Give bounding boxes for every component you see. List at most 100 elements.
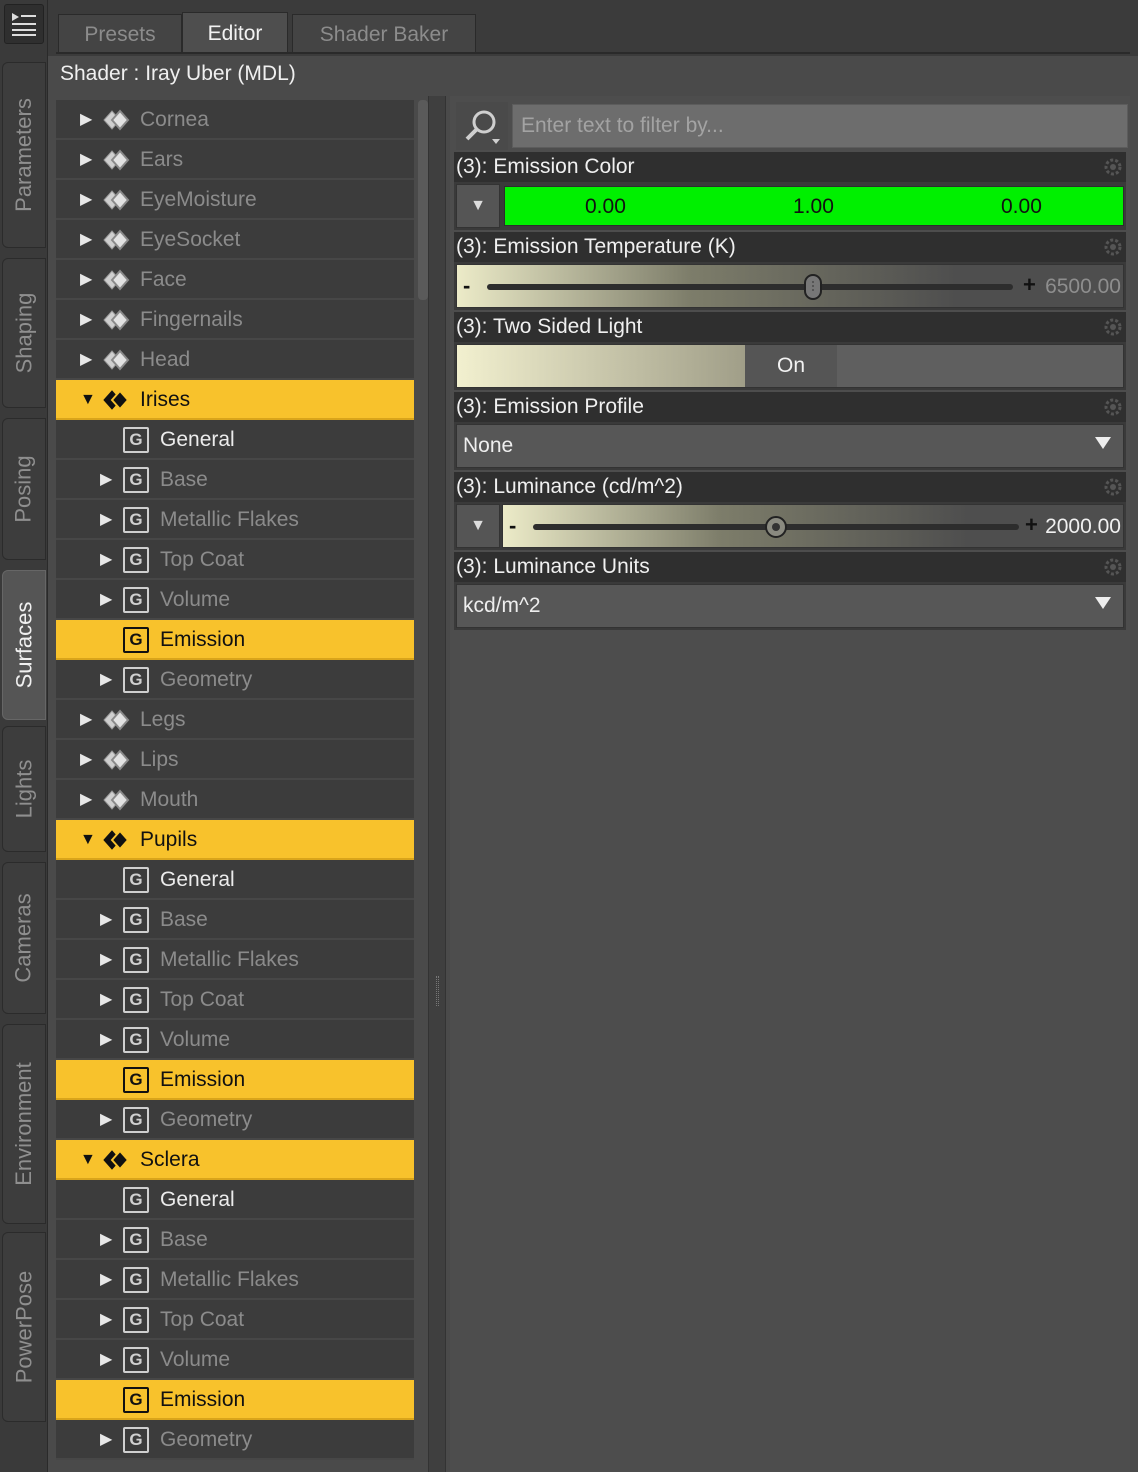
tab-editor[interactable]: Editor — [182, 12, 288, 54]
tree-material-row[interactable]: ▶ Mouth — [56, 780, 414, 820]
tree-material-row[interactable]: ▶ Lips — [56, 740, 414, 780]
decrement-button[interactable]: - — [463, 273, 470, 299]
tree-group-row[interactable]: ▶ G Top Coat — [56, 540, 414, 580]
increment-button[interactable]: + — [1025, 512, 1038, 538]
chevron-right-icon[interactable]: ▶ — [80, 752, 94, 768]
tree-group-row[interactable]: ▶ G Geometry — [56, 660, 414, 700]
tree-group-row[interactable]: G General — [56, 1180, 414, 1220]
chevron-down-icon[interactable]: ▼ — [80, 392, 96, 408]
tree-group-row[interactable]: ▶ G Metallic Flakes — [56, 500, 414, 540]
chevron-right-icon[interactable]: ▶ — [100, 1312, 114, 1328]
chevron-right-icon[interactable]: ▶ — [80, 192, 94, 208]
chevron-right-icon[interactable]: ▶ — [100, 952, 114, 968]
tree-group-row[interactable]: G General — [56, 860, 414, 900]
side-tab-parameters[interactable]: Parameters — [2, 62, 46, 248]
luminance-slider[interactable]: - + 2000.00 — [502, 504, 1124, 548]
tab-shader-baker[interactable]: Shader Baker — [292, 14, 476, 54]
side-tab-posing[interactable]: Posing — [2, 418, 46, 560]
tree-material-row[interactable]: ▶ EyeMoisture — [56, 180, 414, 220]
color-blue-value[interactable]: 0.00 — [1001, 195, 1042, 219]
chevron-down-icon[interactable]: ▼ — [80, 1152, 96, 1168]
side-tab-powerpose[interactable]: PowerPose — [2, 1232, 46, 1422]
slider-track[interactable] — [487, 284, 1013, 290]
tree-material-row[interactable]: ▶ EyeSocket — [56, 220, 414, 260]
pane-menu-button[interactable] — [4, 4, 44, 44]
gear-icon[interactable] — [1102, 396, 1124, 418]
luminance-units-select[interactable]: kcd/m^2 — [456, 584, 1124, 628]
chevron-right-icon[interactable]: ▶ — [100, 472, 114, 488]
side-tab-surfaces[interactable]: Surfaces — [2, 570, 46, 720]
tree-group-row[interactable]: ▶ G Volume — [56, 1020, 414, 1060]
tree-group-row[interactable]: ▶ G Geometry — [56, 1100, 414, 1140]
tree-group-row[interactable]: G Emission — [56, 1060, 414, 1100]
luminance-value[interactable]: 2000.00 — [1045, 515, 1121, 539]
tab-presets[interactable]: Presets — [58, 14, 182, 54]
tree-group-row[interactable]: ▶ G Top Coat — [56, 1300, 414, 1340]
chevron-right-icon[interactable]: ▶ — [100, 552, 114, 568]
filter-input[interactable] — [512, 104, 1128, 148]
chevron-right-icon[interactable]: ▶ — [100, 992, 114, 1008]
tree-material-row[interactable]: ▼ Irises — [56, 380, 414, 420]
increment-button[interactable]: + — [1023, 272, 1036, 298]
chevron-right-icon[interactable]: ▶ — [80, 712, 94, 728]
chevron-right-icon[interactable]: ▶ — [80, 232, 94, 248]
chevron-right-icon[interactable]: ▶ — [100, 592, 114, 608]
pane-splitter[interactable] — [428, 96, 446, 1472]
side-tab-cameras[interactable]: Cameras — [2, 862, 46, 1014]
tree-group-row[interactable]: G Emission — [56, 1380, 414, 1420]
color-green-value[interactable]: 1.00 — [793, 195, 834, 219]
search-button[interactable] — [456, 102, 508, 150]
chevron-right-icon[interactable]: ▶ — [100, 1112, 114, 1128]
emission-profile-select[interactable]: None — [456, 424, 1124, 468]
slider-handle[interactable] — [764, 515, 788, 539]
tree-group-row[interactable]: ▶ G Volume — [56, 580, 414, 620]
splitter-grip[interactable] — [436, 976, 439, 1006]
two-sided-toggle[interactable]: On — [456, 344, 1124, 388]
tree-group-row[interactable]: ▶ G Top Coat — [56, 980, 414, 1020]
chevron-right-icon[interactable]: ▶ — [100, 912, 114, 928]
tree-group-row[interactable]: ▶ G Volume — [56, 1340, 414, 1380]
surface-tree[interactable]: ▶ Cornea ▶ Ears ▶ EyeMoisture ▶ EyeSocket ▶ … — [56, 100, 414, 1460]
chevron-right-icon[interactable]: ▶ — [80, 312, 94, 328]
tree-scrollbar[interactable] — [418, 100, 428, 300]
tree-material-row[interactable]: ▶ Ears — [56, 140, 414, 180]
chevron-right-icon[interactable]: ▶ — [100, 1232, 114, 1248]
gear-icon[interactable] — [1102, 236, 1124, 258]
luminance-dropdown-button[interactable]: ▼ — [456, 504, 500, 548]
tree-group-row[interactable]: G Emission — [56, 620, 414, 660]
toggle-value[interactable]: On — [745, 345, 837, 387]
tree-material-row[interactable]: ▶ Cornea — [56, 100, 414, 140]
tree-material-row[interactable]: ▶ Head — [56, 340, 414, 380]
slider-handle[interactable] — [803, 273, 823, 301]
tree-material-row[interactable]: ▶ Legs — [56, 700, 414, 740]
tree-material-row[interactable]: ▼ Pupils — [56, 820, 414, 860]
color-swatch[interactable]: 0.00 1.00 0.00 — [504, 186, 1124, 226]
chevron-right-icon[interactable]: ▶ — [100, 512, 114, 528]
tree-group-row[interactable]: ▶ G Metallic Flakes — [56, 940, 414, 980]
tree-group-row[interactable]: ▶ G Base — [56, 900, 414, 940]
chevron-right-icon[interactable]: ▶ — [80, 272, 94, 288]
side-tab-lights[interactable]: Lights — [2, 726, 46, 852]
tree-group-row[interactable]: ▶ G Base — [56, 1220, 414, 1260]
chevron-right-icon[interactable]: ▶ — [80, 352, 94, 368]
toggle-track[interactable] — [837, 345, 1123, 387]
decrement-button[interactable]: - — [509, 513, 516, 539]
chevron-right-icon[interactable]: ▶ — [100, 1272, 114, 1288]
tree-material-row[interactable]: ▼ Sclera — [56, 1140, 414, 1180]
temperature-value[interactable]: 6500.00 — [1045, 275, 1121, 299]
color-dropdown-button[interactable]: ▼ — [456, 184, 500, 228]
tree-group-row[interactable]: G General — [56, 420, 414, 460]
temperature-slider[interactable]: - + 6500.00 — [456, 264, 1124, 308]
chevron-right-icon[interactable]: ▶ — [80, 152, 94, 168]
chevron-right-icon[interactable]: ▶ — [100, 1432, 114, 1448]
tree-material-row[interactable]: ▶ Fingernails — [56, 300, 414, 340]
color-red-value[interactable]: 0.00 — [585, 195, 626, 219]
side-tab-environment[interactable]: Environment — [2, 1024, 46, 1224]
tree-group-row[interactable]: ▶ G Geometry — [56, 1420, 414, 1460]
chevron-right-icon[interactable]: ▶ — [100, 1032, 114, 1048]
chevron-right-icon[interactable]: ▶ — [100, 672, 114, 688]
side-tab-shaping[interactable]: Shaping — [2, 258, 46, 408]
chevron-right-icon[interactable]: ▶ — [100, 1352, 114, 1368]
gear-icon[interactable] — [1102, 316, 1124, 338]
tree-material-row[interactable]: ▶ Face — [56, 260, 414, 300]
